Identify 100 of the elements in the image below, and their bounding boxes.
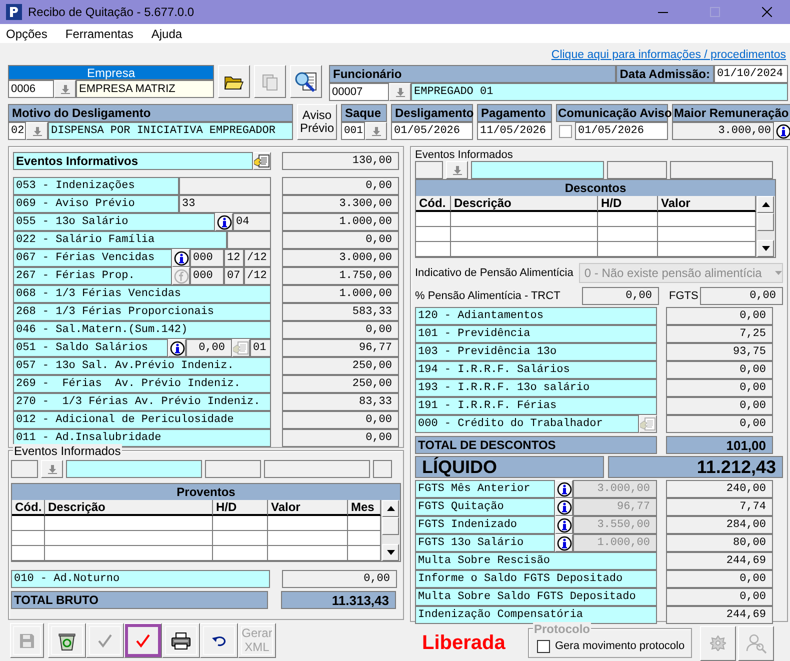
protocol-checkbox[interactable]	[537, 640, 550, 652]
input-field[interactable]	[373, 460, 392, 478]
table-cell[interactable]	[213, 516, 268, 531]
lookup-button[interactable]	[26, 122, 48, 140]
table-cell[interactable]	[45, 516, 213, 531]
table-cell[interactable]	[416, 227, 451, 242]
fgts-field[interactable]: 0,00	[700, 287, 783, 305]
table-cell[interactable]	[348, 531, 381, 546]
info-button[interactable]	[168, 339, 186, 357]
open-folder-button[interactable]	[218, 65, 250, 98]
table-cell[interactable]	[268, 546, 348, 561]
menu-item[interactable]: Ajuda	[149, 26, 184, 41]
table-cell[interactable]	[268, 531, 348, 546]
table-cell[interactable]	[213, 546, 268, 561]
value-field: 583,33	[282, 303, 399, 321]
table-cell[interactable]	[45, 546, 213, 561]
scroll-thumb[interactable]	[382, 517, 399, 535]
column-header: Cód.	[12, 500, 45, 516]
company-name-field[interactable]: EMPRESA MATRIZ	[76, 80, 214, 98]
code-field[interactable]	[11, 460, 38, 478]
arrow-down-icon	[452, 166, 462, 174]
column-header: H/D	[598, 196, 658, 212]
code-field[interactable]	[415, 161, 443, 179]
table-cell[interactable]	[45, 531, 213, 546]
notice-date-field[interactable]: 01/05/2026	[575, 122, 668, 140]
payment-date-field[interactable]: 11/05/2026	[477, 122, 552, 140]
column-header: Cód.	[416, 196, 451, 212]
info-button[interactable]	[555, 516, 573, 534]
notice-checkbox[interactable]	[559, 124, 572, 138]
table-cell[interactable]	[658, 212, 756, 227]
table-cell[interactable]	[416, 242, 451, 257]
table-cell[interactable]	[213, 531, 268, 546]
table-cell[interactable]	[598, 242, 658, 257]
total-value: 101,00	[666, 436, 773, 454]
event-label: 269 - Férias Av. Prévio Indeniz.	[13, 375, 271, 393]
scroll-down-button[interactable]	[757, 240, 774, 257]
highest-pay-field[interactable]: 3.000,00	[672, 122, 774, 140]
employee-code-field[interactable]: 00007	[329, 83, 389, 101]
table-cell[interactable]	[451, 242, 598, 257]
lookup-button[interactable]	[365, 122, 387, 140]
lookup-button[interactable]	[54, 80, 76, 98]
table-cell[interactable]	[12, 531, 45, 546]
table-cell[interactable]	[658, 227, 756, 242]
reason-field[interactable]: DISPENSA POR INICIATIVA EMPREGADOR	[48, 122, 293, 140]
withdrawal-code-field[interactable]: 001	[341, 122, 365, 140]
table-cell[interactable]	[12, 546, 45, 561]
lookup-button[interactable]	[446, 161, 468, 179]
lookup-button[interactable]	[389, 83, 411, 101]
employee-name-field[interactable]: EMPREGADO 01	[411, 83, 788, 101]
close-icon	[762, 7, 772, 17]
menu-item[interactable]: Opções	[4, 26, 50, 41]
table-cell[interactable]	[268, 516, 348, 531]
event-label: FGTS Quitação	[415, 498, 555, 516]
lookup-button[interactable]	[41, 460, 63, 478]
info-button[interactable]	[172, 249, 190, 267]
scroll-up-button[interactable]	[757, 196, 774, 213]
input-field[interactable]	[264, 460, 370, 478]
note-hand-icon	[254, 154, 270, 168]
value-field: 250,00	[282, 375, 399, 393]
table-cell[interactable]	[12, 516, 45, 531]
table-cell[interactable]	[598, 212, 658, 227]
input-field[interactable]	[205, 460, 261, 478]
company-code-field[interactable]: 0006	[8, 80, 54, 98]
reason-code-field[interactable]: 02	[8, 122, 26, 140]
admission-date-field[interactable]: 01/10/2024	[714, 65, 788, 83]
event-field	[227, 231, 271, 249]
table-cell[interactable]	[416, 212, 451, 227]
scroll-up-button[interactable]	[382, 500, 399, 517]
event-label: 268 - 1/3 Férias Proporcionais	[13, 303, 271, 321]
value-field: 1.000,00	[282, 213, 399, 231]
alimony-percent-field[interactable]: 0,00	[582, 287, 659, 305]
note-button[interactable]	[253, 152, 271, 170]
scroll-down-button[interactable]	[382, 544, 399, 561]
description-field[interactable]	[471, 161, 604, 179]
info-button[interactable]	[774, 122, 790, 140]
value-field: 7,25	[666, 325, 773, 343]
info-button[interactable]	[555, 480, 573, 498]
dismissal-date-field[interactable]: 01/05/2026	[391, 122, 473, 140]
notice-button[interactable]: Aviso Prévio	[297, 104, 337, 140]
info-button[interactable]	[215, 213, 233, 231]
app-logo-icon	[6, 4, 22, 20]
search-document-button[interactable]	[290, 65, 322, 98]
input-field[interactable]	[670, 161, 773, 179]
table-cell[interactable]	[348, 516, 381, 531]
description-field[interactable]	[66, 460, 202, 478]
table-cell[interactable]	[348, 546, 381, 561]
info-button[interactable]	[555, 498, 573, 516]
scroll-thumb[interactable]	[757, 213, 774, 231]
base-field: 3.000,00	[573, 480, 657, 498]
event-label: FGTS Mês Anterior	[415, 480, 555, 498]
months-field: 07	[224, 267, 244, 285]
table-cell[interactable]	[451, 212, 598, 227]
value-field: 0,00	[282, 411, 399, 429]
menu-item[interactable]: Ferramentas	[63, 26, 136, 41]
table-cell[interactable]	[598, 227, 658, 242]
table-cell[interactable]	[451, 227, 598, 242]
help-link[interactable]: Clique aqui para informações / procedimentos	[551, 49, 786, 61]
input-field[interactable]	[607, 161, 667, 179]
table-cell[interactable]	[658, 242, 756, 257]
info-button[interactable]	[555, 534, 573, 552]
